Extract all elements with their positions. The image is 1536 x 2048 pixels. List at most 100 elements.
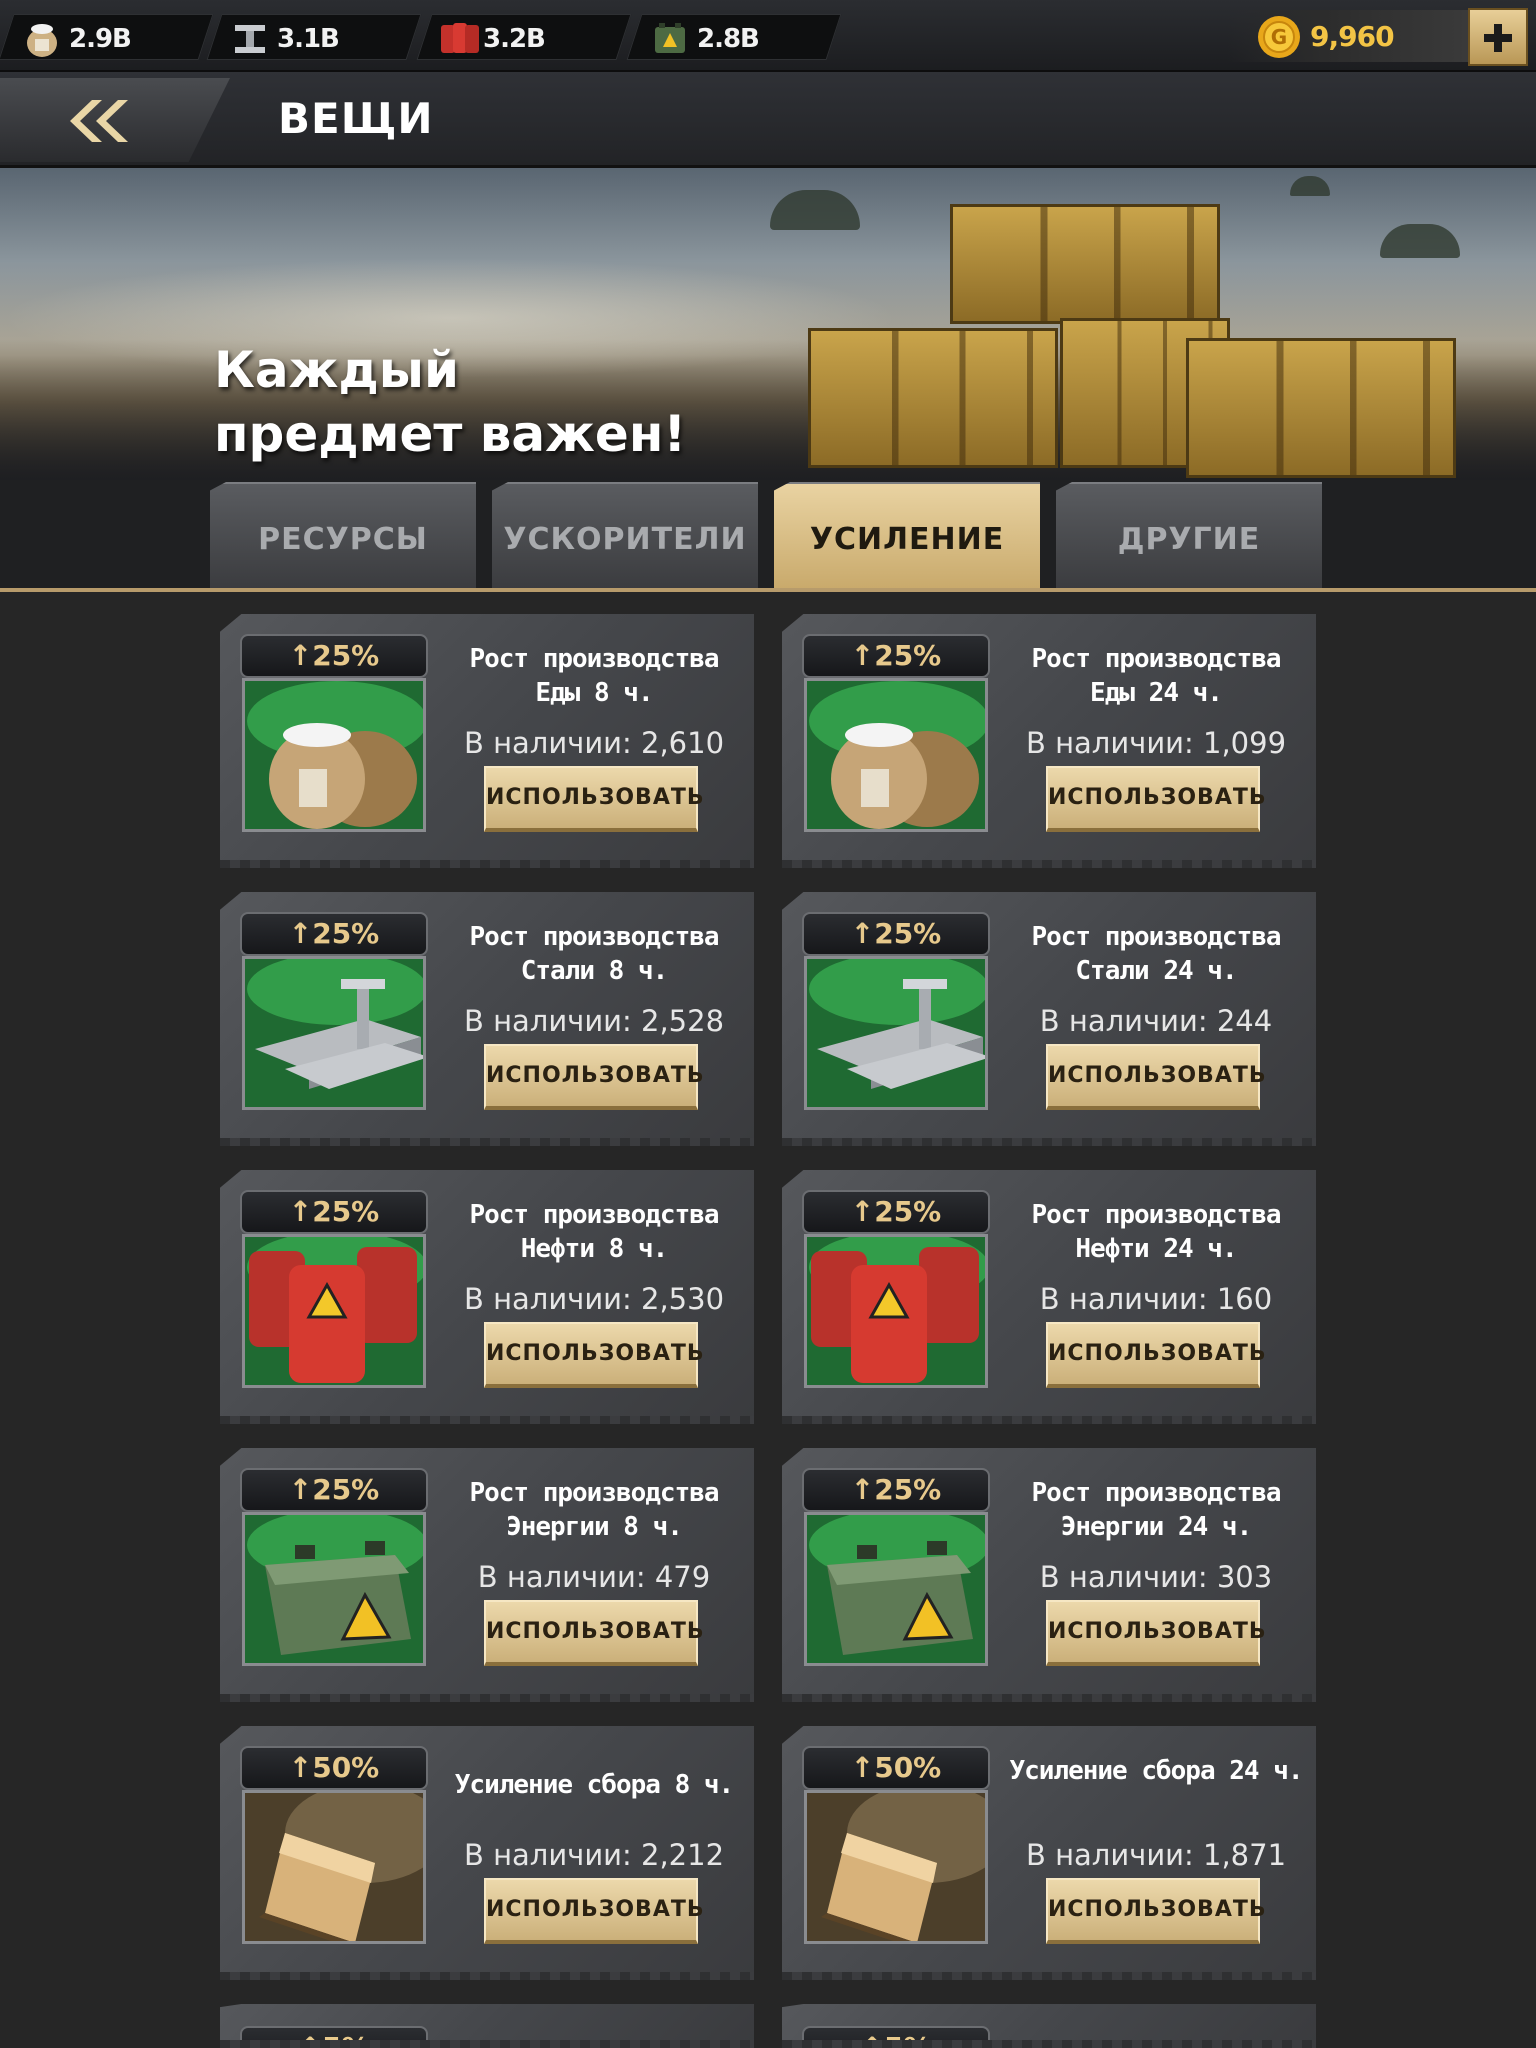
- page-title: ВЕЩИ: [278, 94, 434, 143]
- food-sacks-icon: [804, 678, 988, 832]
- battery-icon: [242, 1512, 426, 1666]
- item-title: Рост производства Энергии 24 ч.: [1031, 1478, 1281, 1542]
- resource-food[interactable]: 2.9B: [0, 14, 214, 60]
- boost-badge: ↑50%: [240, 1746, 428, 1790]
- item-stock: В наличии: 2,528: [463, 1004, 725, 1038]
- boost-badge: ↑25%: [802, 912, 990, 956]
- use-button[interactable]: ИСПОЛЬЗОВАТЬ: [484, 1878, 704, 1944]
- use-button[interactable]: ИСПОЛЬЗОВАТЬ: [1046, 1044, 1266, 1110]
- item-stock: В наличии: 2,530: [463, 1282, 725, 1316]
- item-card: ↑50% Усиление сбора 24 ч. В наличии: 1,8…: [782, 1726, 1316, 1980]
- tabs-bar: РЕСУРСЫ УСКОРИТЕЛИ УСИЛЕНИЕ ДРУГИЕ: [0, 480, 1536, 592]
- item-stock: В наличии: 303: [1039, 1560, 1273, 1594]
- item-card: ↑25% Рост производства Стали 24 ч. В нал…: [782, 892, 1316, 1146]
- tab-label: РЕСУРСЫ: [258, 522, 428, 557]
- boost-badge: ↑25%: [802, 1190, 990, 1234]
- item-card: ↑25% Рост производства Стали 8 ч. В нали…: [220, 892, 754, 1146]
- parachute-icon: [770, 190, 860, 230]
- double-chevron-left-icon: [70, 100, 128, 142]
- tab-label: ДРУГИЕ: [1117, 522, 1261, 557]
- boost-badge: ↑5%: [240, 2026, 428, 2048]
- item-title: Усиление сбора 8 ч.: [454, 1770, 734, 1800]
- tab-resources[interactable]: РЕСУРСЫ: [210, 482, 476, 588]
- oil-barrels-icon: [242, 1234, 426, 1388]
- resource-oil[interactable]: 3.2B: [416, 14, 632, 60]
- parachute-icon: [1380, 224, 1460, 258]
- oil-barrels-icon: [804, 1234, 988, 1388]
- item-card: ↑25% Рост производства Энергии 8 ч. В на…: [220, 1448, 754, 1702]
- back-button[interactable]: [0, 78, 230, 162]
- resource-bar: 2.9B 3.1B 3.2B 2.8B G 9,960: [0, 0, 1536, 72]
- food-sack-icon: [27, 24, 57, 57]
- use-button[interactable]: ИСПОЛЬЗОВАТЬ: [484, 766, 704, 832]
- item-title: Рост производства Стали 8 ч.: [469, 922, 719, 986]
- boost-badge: ↑25%: [240, 912, 428, 956]
- svg-text:G: G: [1271, 25, 1287, 49]
- boost-badge: ↑50%: [802, 1746, 990, 1790]
- tab-label: УСИЛЕНИЕ: [809, 522, 1005, 557]
- item-stock: В наличии: 1,099: [1025, 726, 1287, 760]
- supply-crate-image: [808, 328, 1058, 468]
- tab-enhancement[interactable]: УСИЛЕНИЕ: [774, 482, 1040, 588]
- item-title: Рост производства Энергии 8 ч.: [469, 1478, 719, 1542]
- item-title: Рост производства Еды 8 ч.: [469, 644, 719, 708]
- steel-beams-icon: [804, 956, 988, 1110]
- banner-text: Каждый предмет важен!: [214, 341, 687, 463]
- excavator-bucket-icon: [242, 1790, 426, 1944]
- use-button[interactable]: ИСПОЛЬЗОВАТЬ: [1046, 766, 1266, 832]
- use-button[interactable]: ИСПОЛЬЗОВАТЬ: [484, 1044, 704, 1110]
- item-card: ↑25% Рост производства Еды 8 ч. В наличи…: [220, 614, 754, 868]
- promo-banner: Каждый предмет важен!: [0, 168, 1536, 480]
- boost-badge: ↑25%: [802, 1468, 990, 1512]
- gold-coin-icon: G: [1258, 16, 1300, 58]
- resource-food-value: 2.9B: [69, 24, 131, 54]
- boost-badge: ↑25%: [802, 634, 990, 678]
- steel-beam-icon: [235, 25, 265, 53]
- tab-boosters[interactable]: УСКОРИТЕЛИ: [492, 482, 758, 588]
- use-button[interactable]: ИСПОЛЬЗОВАТЬ: [484, 1600, 704, 1666]
- oil-barrel-icon: [441, 23, 479, 53]
- resource-energy[interactable]: 2.8B: [626, 14, 842, 60]
- supply-crate-image: [950, 204, 1220, 324]
- battery-icon: [804, 1512, 988, 1666]
- item-title: Рост производства Еды 24 ч.: [1031, 644, 1281, 708]
- item-stock: В наличии: 244: [1039, 1004, 1273, 1038]
- item-stock: В наличии: 1,871: [1025, 1838, 1287, 1872]
- item-card: ↑25% Рост производства Нефти 24 ч. В нал…: [782, 1170, 1316, 1424]
- boost-badge: ↑5%: [802, 2026, 990, 2048]
- use-button[interactable]: ИСПОЛЬЗОВАТЬ: [1046, 1878, 1266, 1944]
- page-header: ВЕЩИ: [0, 72, 1536, 168]
- boost-badge: ↑25%: [240, 1468, 428, 1512]
- tab-other[interactable]: ДРУГИЕ: [1056, 482, 1322, 588]
- item-card: ↑25% Рост производства Еды 24 ч. В налич…: [782, 614, 1316, 868]
- parachute-icon: [1290, 176, 1330, 196]
- item-stock: В наличии: 160: [1039, 1282, 1273, 1316]
- item-card: ↑50% Усиление сбора 8 ч. В наличии: 2,21…: [220, 1726, 754, 1980]
- item-card: ↑25% Рост производства Нефти 8 ч. В нали…: [220, 1170, 754, 1424]
- battery-icon: [655, 23, 685, 53]
- use-button[interactable]: ИСПОЛЬЗОВАТЬ: [1046, 1600, 1266, 1666]
- use-button[interactable]: ИСПОЛЬЗОВАТЬ: [1046, 1322, 1266, 1388]
- resource-steel[interactable]: 3.1B: [206, 14, 422, 60]
- item-stock: В наличии: 2,610: [463, 726, 725, 760]
- buy-gold-button[interactable]: [1468, 8, 1528, 66]
- tab-label: УСКОРИТЕЛИ: [503, 522, 747, 557]
- supply-crate-image: [1186, 338, 1456, 478]
- gold-value: 9,960: [1310, 20, 1395, 53]
- resource-oil-value: 3.2B: [483, 24, 545, 54]
- item-title: Рост производства Нефти 24 ч.: [1031, 1200, 1281, 1264]
- excavator-bucket-icon: [804, 1790, 988, 1944]
- boost-badge: ↑25%: [240, 1190, 428, 1234]
- boost-badge: ↑25%: [240, 634, 428, 678]
- item-card: ↑5%: [782, 2004, 1316, 2048]
- item-title: Усиление сбора 24 ч.: [1009, 1756, 1303, 1786]
- item-stock: В наличии: 2,212: [463, 1838, 725, 1872]
- resource-energy-value: 2.8B: [697, 24, 759, 54]
- use-button[interactable]: ИСПОЛЬЗОВАТЬ: [484, 1322, 704, 1388]
- item-card: ↑25% Рост производства Энергии 24 ч. В н…: [782, 1448, 1316, 1702]
- item-title: Рост производства Нефти 8 ч.: [469, 1200, 719, 1264]
- steel-beams-icon: [242, 956, 426, 1110]
- gold-counter[interactable]: G 9,960: [1228, 10, 1468, 62]
- food-sacks-icon: [242, 678, 426, 832]
- resource-steel-value: 3.1B: [277, 24, 339, 54]
